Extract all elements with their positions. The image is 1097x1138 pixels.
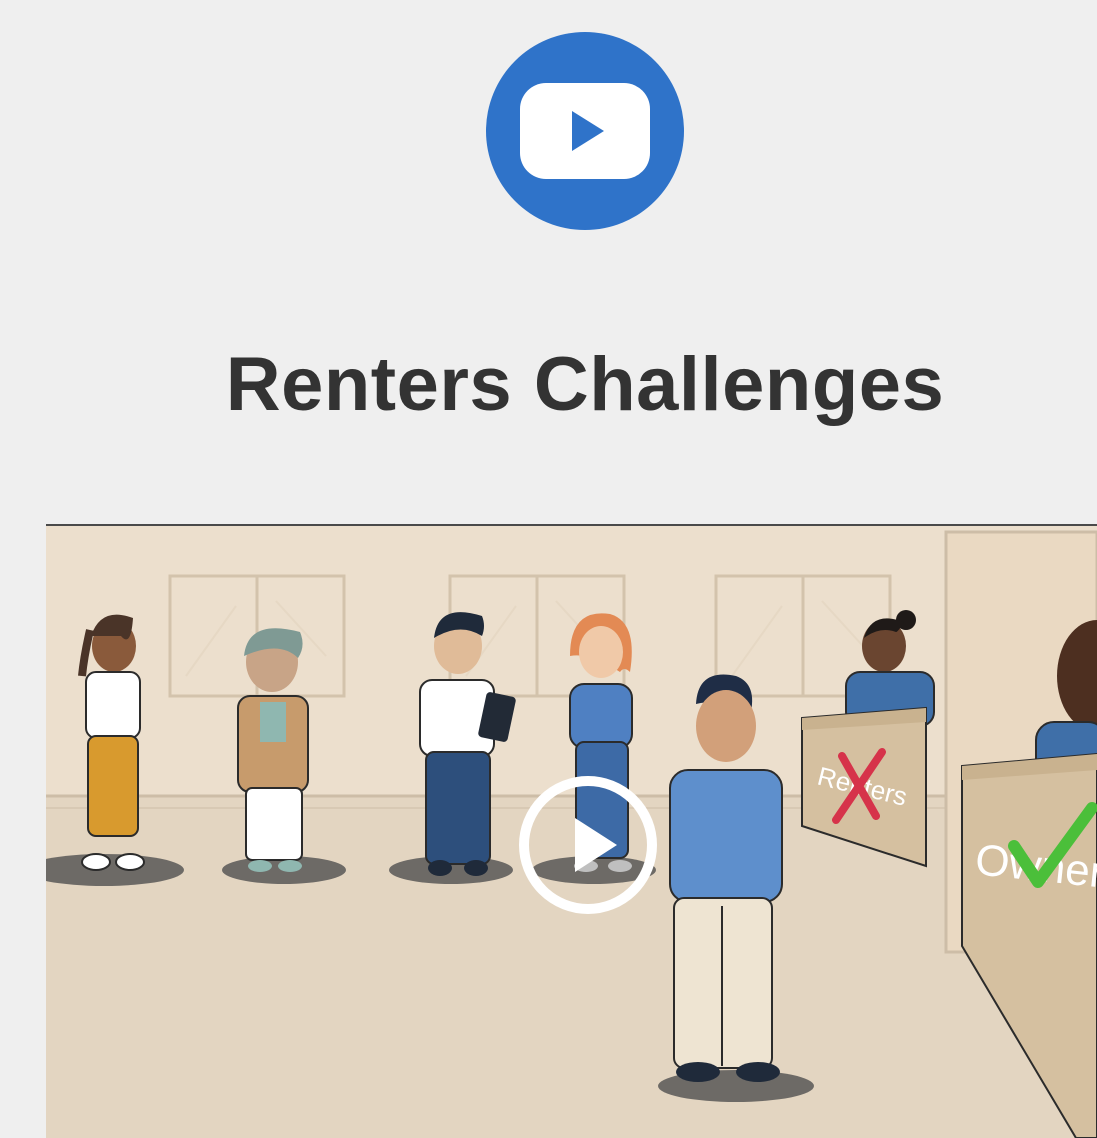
page-title: Renters Challenges xyxy=(225,342,945,427)
youtube-play-icon xyxy=(520,83,650,179)
video-player[interactable]: Renters Owners xyxy=(46,524,1097,1138)
play-circle-icon[interactable] xyxy=(517,774,659,916)
video-icon xyxy=(486,32,684,230)
